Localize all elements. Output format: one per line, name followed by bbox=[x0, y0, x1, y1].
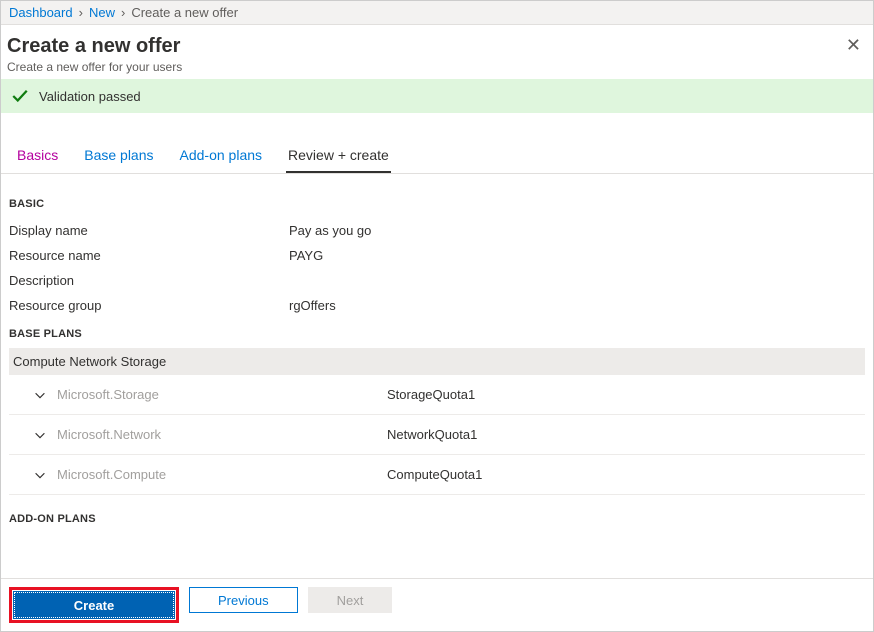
review-content: BASIC Display name Pay as you go Resourc… bbox=[1, 174, 873, 574]
label-description: Description bbox=[9, 273, 289, 288]
section-title-basic: BASIC bbox=[9, 198, 865, 210]
label-resource-group: Resource group bbox=[9, 298, 289, 313]
tab-review-create[interactable]: Review + create bbox=[286, 141, 391, 173]
breadcrumb-link-dashboard[interactable]: Dashboard bbox=[9, 5, 73, 20]
breadcrumb: Dashboard › New › Create a new offer bbox=[1, 1, 873, 25]
value-resource-name: PAYG bbox=[289, 248, 323, 263]
chevron-right-icon: › bbox=[121, 5, 125, 20]
page-subtitle: Create a new offer for your users bbox=[7, 60, 867, 74]
create-button[interactable]: Create bbox=[14, 592, 174, 618]
checkmark-icon bbox=[11, 87, 29, 105]
previous-button[interactable]: Previous bbox=[189, 587, 298, 613]
wizard-footer: Create Previous Next bbox=[1, 578, 873, 631]
label-display-name: Display name bbox=[9, 223, 289, 238]
value-resource-group: rgOffers bbox=[289, 298, 336, 313]
breadcrumb-link-new[interactable]: New bbox=[89, 5, 115, 20]
validation-message: Validation passed bbox=[39, 89, 141, 104]
close-icon: ✕ bbox=[846, 35, 861, 55]
quota-row-storage[interactable]: Microsoft.Storage StorageQuota1 bbox=[9, 375, 865, 415]
create-button-highlight: Create bbox=[9, 587, 179, 623]
section-title-addonplans: ADD-ON PLANS bbox=[9, 513, 865, 525]
next-button: Next bbox=[308, 587, 393, 613]
validation-banner: Validation passed bbox=[1, 79, 873, 113]
quota-service: Microsoft.Compute bbox=[57, 467, 387, 482]
value-display-name: Pay as you go bbox=[289, 223, 371, 238]
label-resource-name: Resource name bbox=[9, 248, 289, 263]
quota-name: NetworkQuota1 bbox=[387, 427, 477, 442]
row-resource-group: Resource group rgOffers bbox=[9, 293, 865, 318]
quota-name: ComputeQuota1 bbox=[387, 467, 482, 482]
quota-name: StorageQuota1 bbox=[387, 387, 475, 402]
section-title-baseplans: BASE PLANS bbox=[9, 328, 865, 340]
row-display-name: Display name Pay as you go bbox=[9, 218, 865, 243]
wizard-tabs: Basics Base plans Add-on plans Review + … bbox=[1, 141, 873, 174]
chevron-down-icon bbox=[33, 468, 47, 482]
quota-row-compute[interactable]: Microsoft.Compute ComputeQuota1 bbox=[9, 455, 865, 495]
tab-basics[interactable]: Basics bbox=[15, 141, 60, 173]
breadcrumb-current: Create a new offer bbox=[131, 5, 238, 20]
page-header: Create a new offer Create a new offer fo… bbox=[1, 25, 873, 79]
quota-service: Microsoft.Storage bbox=[57, 387, 387, 402]
chevron-right-icon: › bbox=[79, 5, 83, 20]
page-title: Create a new offer bbox=[7, 35, 867, 58]
tab-addon-plans[interactable]: Add-on plans bbox=[178, 141, 265, 173]
quota-row-network[interactable]: Microsoft.Network NetworkQuota1 bbox=[9, 415, 865, 455]
close-button[interactable]: ✕ bbox=[846, 35, 861, 56]
quota-service: Microsoft.Network bbox=[57, 427, 387, 442]
chevron-down-icon bbox=[33, 388, 47, 402]
row-description: Description bbox=[9, 268, 865, 293]
chevron-down-icon bbox=[33, 428, 47, 442]
base-plan-name: Compute Network Storage bbox=[9, 348, 865, 375]
row-resource-name: Resource name PAYG bbox=[9, 243, 865, 268]
tab-base-plans[interactable]: Base plans bbox=[82, 141, 155, 173]
